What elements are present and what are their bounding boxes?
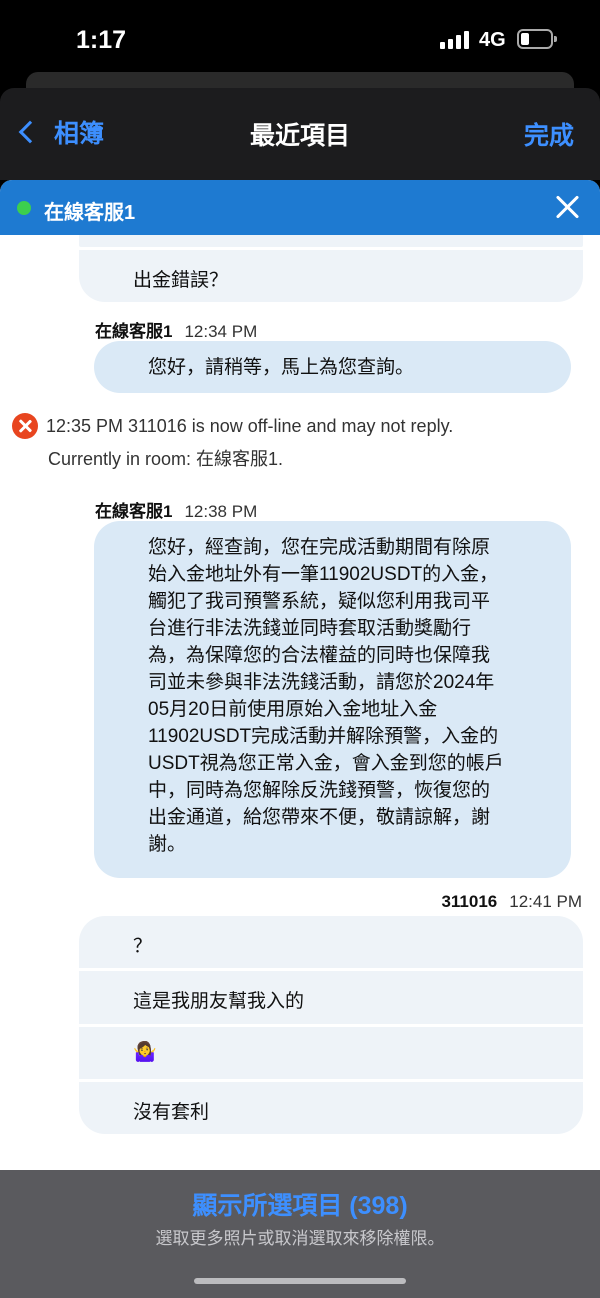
user-message-bubble: ？ (79, 916, 583, 968)
message-time: 12:41 PM (509, 892, 582, 911)
chat-header: 在線客服1 (0, 180, 600, 235)
show-selected-button[interactable]: 顯示所選項目 (398) (0, 1186, 600, 1222)
message-time: 12:34 PM (184, 322, 258, 341)
message-line: 為，為保障您的合法權益的同時也保障我 (148, 645, 491, 666)
message-line: 出金通道，給您帶來不便，敬請諒解，謝 (148, 807, 491, 828)
photo-picker-navbar: 相簿 最近項目 完成 (0, 88, 600, 180)
sender-name: 在線客服1 (95, 322, 173, 341)
message-line: 司並未參與非法洗錢活動，請您於2024年 (148, 672, 495, 693)
message-text: 出金錯誤？ (133, 270, 229, 291)
offline-error-icon (12, 413, 38, 439)
message-meta: 311016 12:41 PM (441, 892, 582, 912)
close-icon[interactable] (554, 194, 580, 220)
message-line: 您好，經查詢，您在完成活動期間有除原 (148, 537, 491, 558)
message-bubble-partial (79, 235, 583, 247)
message-meta: 在線客服1 12:38 PM (95, 497, 257, 522)
limited-access-hint: 選取更多照片或取消選取來移除權限。 (155, 1229, 445, 1248)
user-message-bubble: 這是我朋友幫我入的 (79, 971, 583, 1024)
message-time: 12:38 PM (184, 502, 258, 521)
message-line: USDT視為您正常入金，會入金到您的帳戶 (148, 753, 504, 774)
user-message-bubble: 沒有套利 (79, 1082, 583, 1134)
message-meta: 在線客服1 12:34 PM (95, 317, 257, 342)
message-line: 觸犯了我司預警系統，疑似您利用我司平 (148, 591, 491, 612)
message-line: 謝。 (148, 834, 187, 855)
system-notice-line2: Currently in room: 在線客服1. (48, 449, 284, 469)
agent-message-bubble: 您好，請稍等，馬上為您查詢。 (94, 341, 571, 393)
status-time: 1:17 (76, 26, 127, 54)
user-message-bubble: 🤷‍♀️ (79, 1027, 583, 1079)
message-line: 台進行非法洗錢並同時套取活動獎勵行 (148, 618, 472, 639)
chat-panel: 在線客服1 出金錯誤？ 在線客服1 12:34 PM 您好，請稍等，馬上為您查詢。… (0, 180, 600, 1172)
status-bar: 1:17 4G (0, 0, 600, 78)
message-line: 05月20日前使用原始入金地址入金 (148, 699, 438, 720)
battery-icon (517, 29, 557, 49)
shrug-emoji: 🤷‍♀️ (133, 1042, 157, 1063)
message-text: 您好，請稍等，馬上為您查詢。 (148, 357, 415, 378)
agent-message-bubble: 您好，經查詢，您在完成活動期間有除原 始入金地址外有一筆11902USDT的入金… (94, 521, 571, 878)
chat-title: 在線客服1 (44, 202, 136, 224)
message-line: 11902USDT完成活動并解除預警，入金的 (148, 726, 499, 747)
sender-name: 在線客服1 (95, 502, 173, 521)
message-text-block: 您好，經查詢，您在完成活動期間有除原 始入金地址外有一筆11902USDT的入金… (148, 534, 543, 858)
message-text: 這是我朋友幫我入的 (133, 991, 305, 1012)
online-status-icon (17, 201, 31, 215)
page-title: 最近項目 (249, 122, 350, 150)
network-type: 4G (479, 29, 506, 51)
cellular-signal-icon (440, 31, 470, 49)
system-notice-line1: 12:35 PM 311016 is now off-line and may … (46, 416, 454, 436)
user-message-bubble: 出金錯誤？ (79, 250, 583, 302)
home-indicator[interactable] (194, 1278, 406, 1284)
message-text: ？ (133, 936, 153, 957)
message-line: 始入金地址外有一筆11902USDT的入金， (148, 564, 499, 585)
message-line: 中，同時為您解除反洗錢預警，恢復您的 (148, 780, 491, 801)
message-text: 沒有套利 (133, 1102, 210, 1123)
done-button[interactable]: 完成 (524, 116, 574, 152)
sender-name: 311016 (441, 892, 498, 911)
limited-access-bar: 顯示所選項目 (398) 選取更多照片或取消選取來移除權限。 (0, 1170, 600, 1298)
